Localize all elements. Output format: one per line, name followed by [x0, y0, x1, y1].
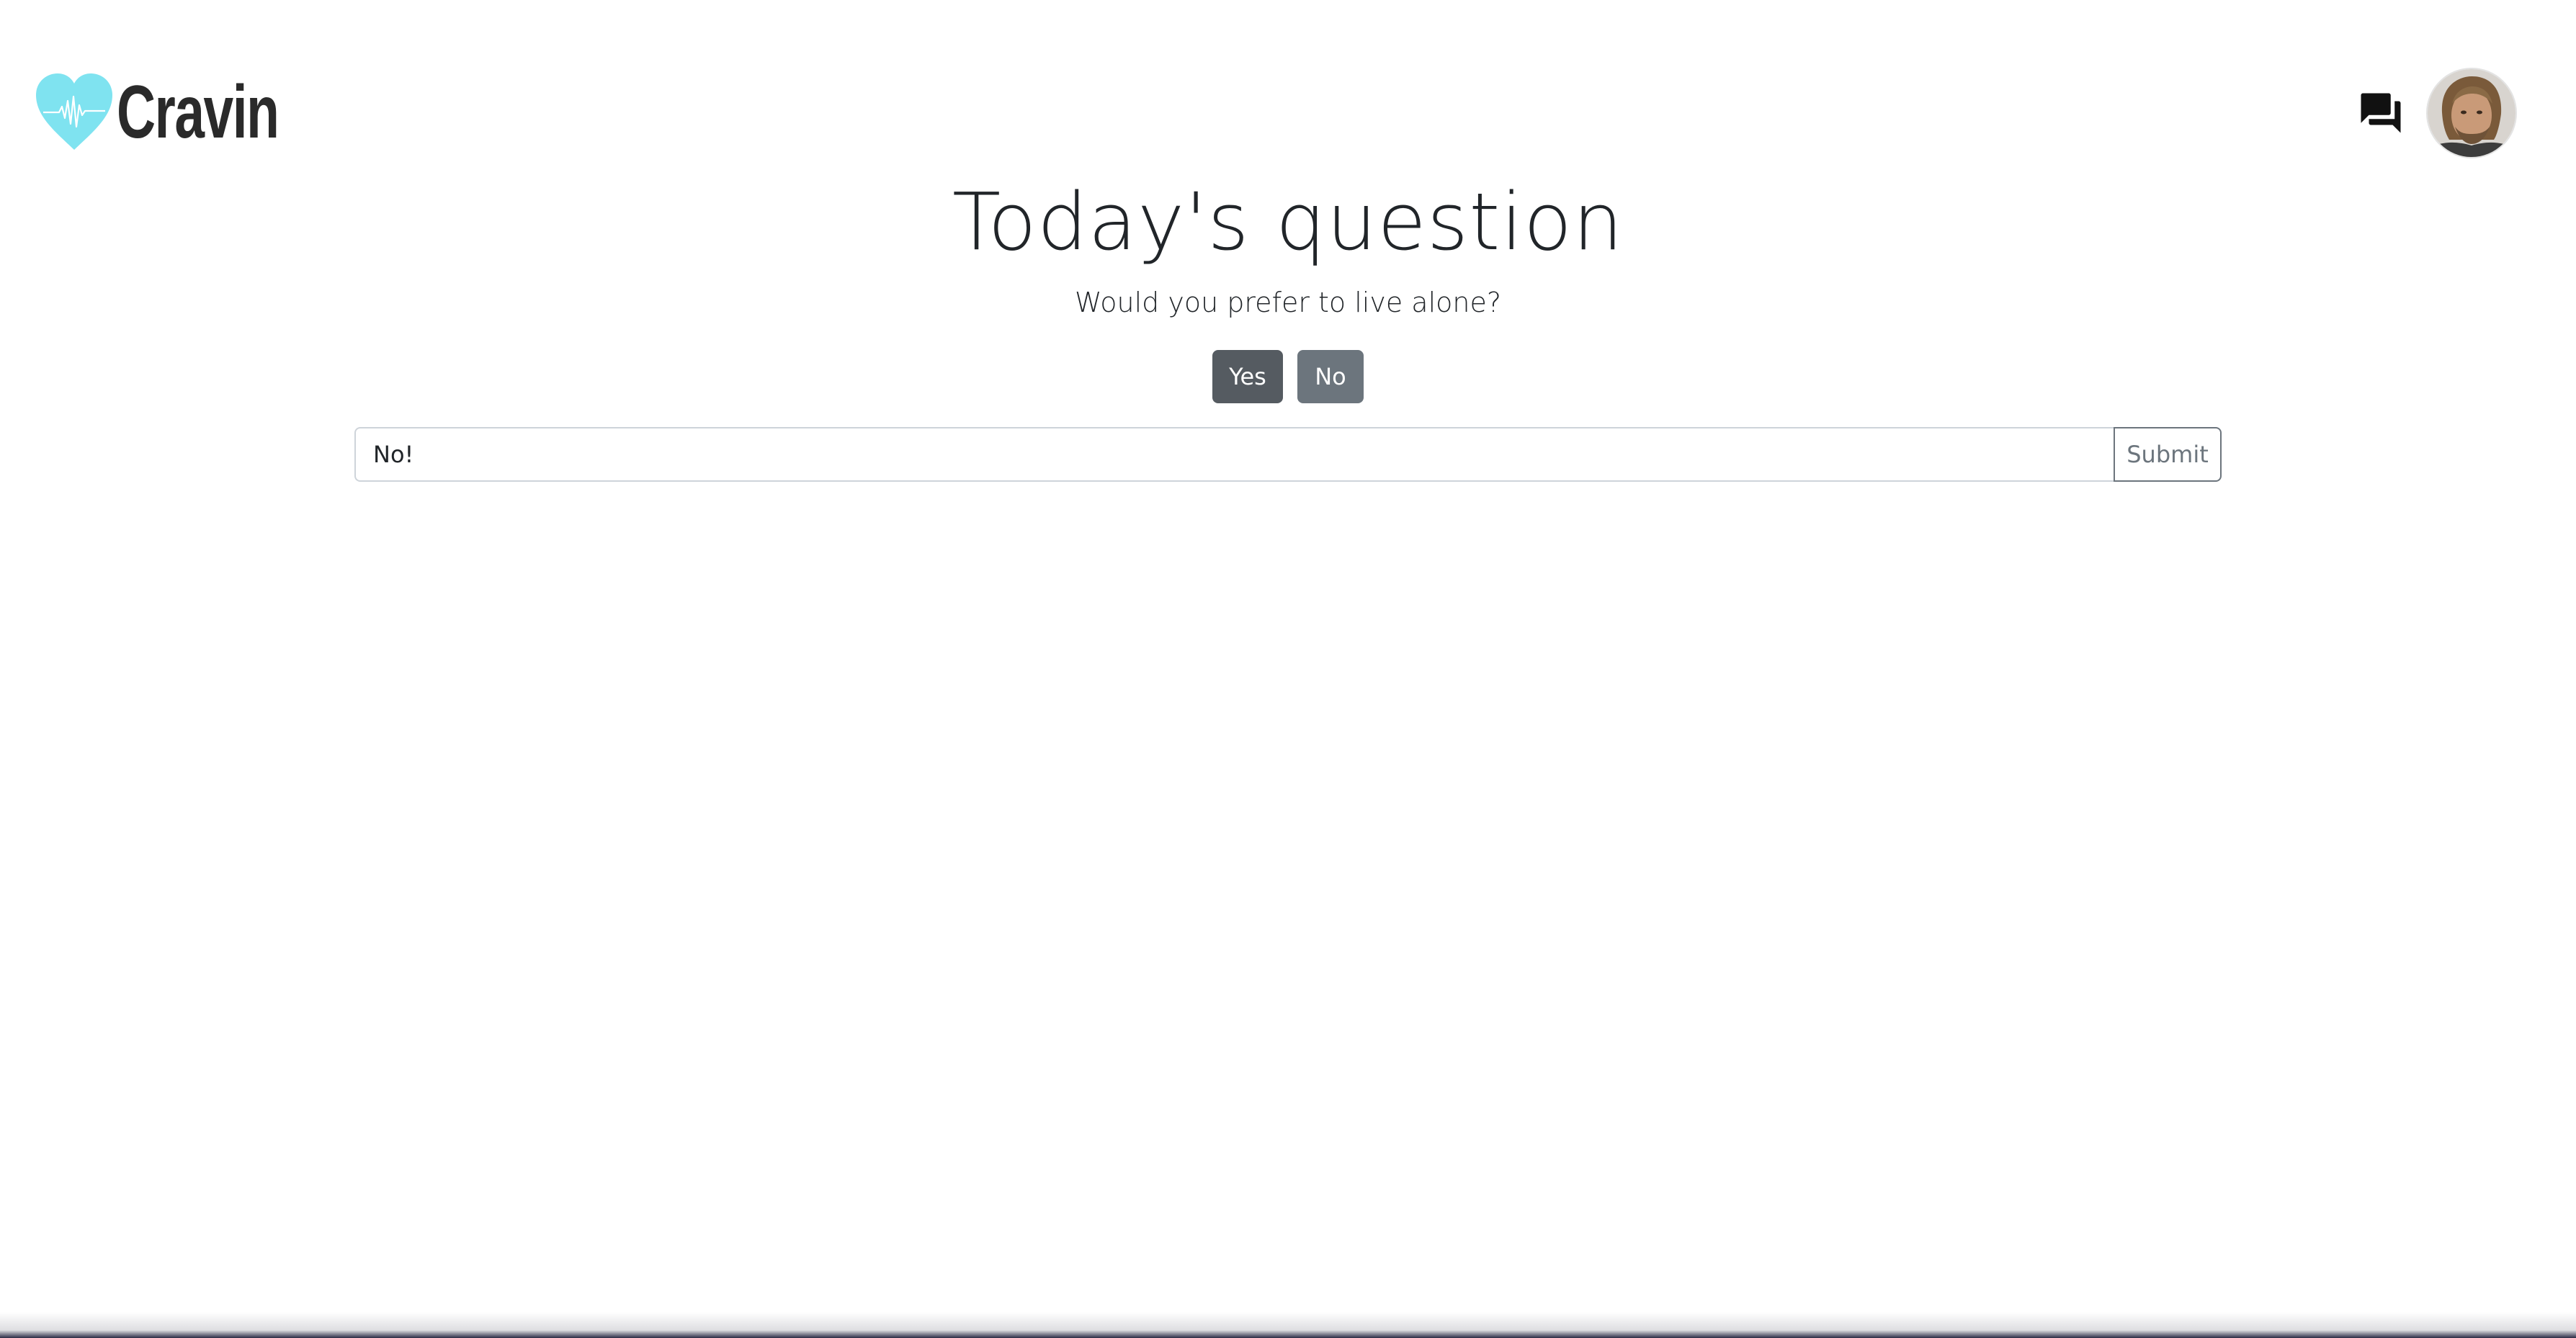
messages-button[interactable]	[2356, 88, 2406, 138]
yes-button[interactable]: Yes	[1212, 350, 1283, 403]
answer-button-group: Yes No	[0, 350, 2576, 403]
chat-bubbles-icon	[2361, 93, 2401, 133]
heart-pulse-icon	[36, 73, 112, 150]
no-button[interactable]: No	[1297, 350, 1364, 403]
brand-name: Cravin	[117, 71, 279, 154]
user-avatar[interactable]	[2426, 68, 2517, 158]
question-text: Would you prefer to live alone?	[1074, 287, 1502, 318]
brand-logo-link[interactable]: Cravin	[35, 69, 341, 156]
answer-form: Submit	[354, 427, 2222, 482]
answer-input[interactable]	[354, 427, 2114, 482]
page: Cravin Today's question Would you prefer…	[0, 0, 2576, 1338]
page-title: Today's question	[952, 176, 1624, 268]
submit-button[interactable]: Submit	[2114, 427, 2222, 482]
window-bottom-edge	[0, 1312, 2576, 1338]
header-actions	[2356, 68, 2517, 158]
avatar-portrait	[2428, 69, 2515, 157]
